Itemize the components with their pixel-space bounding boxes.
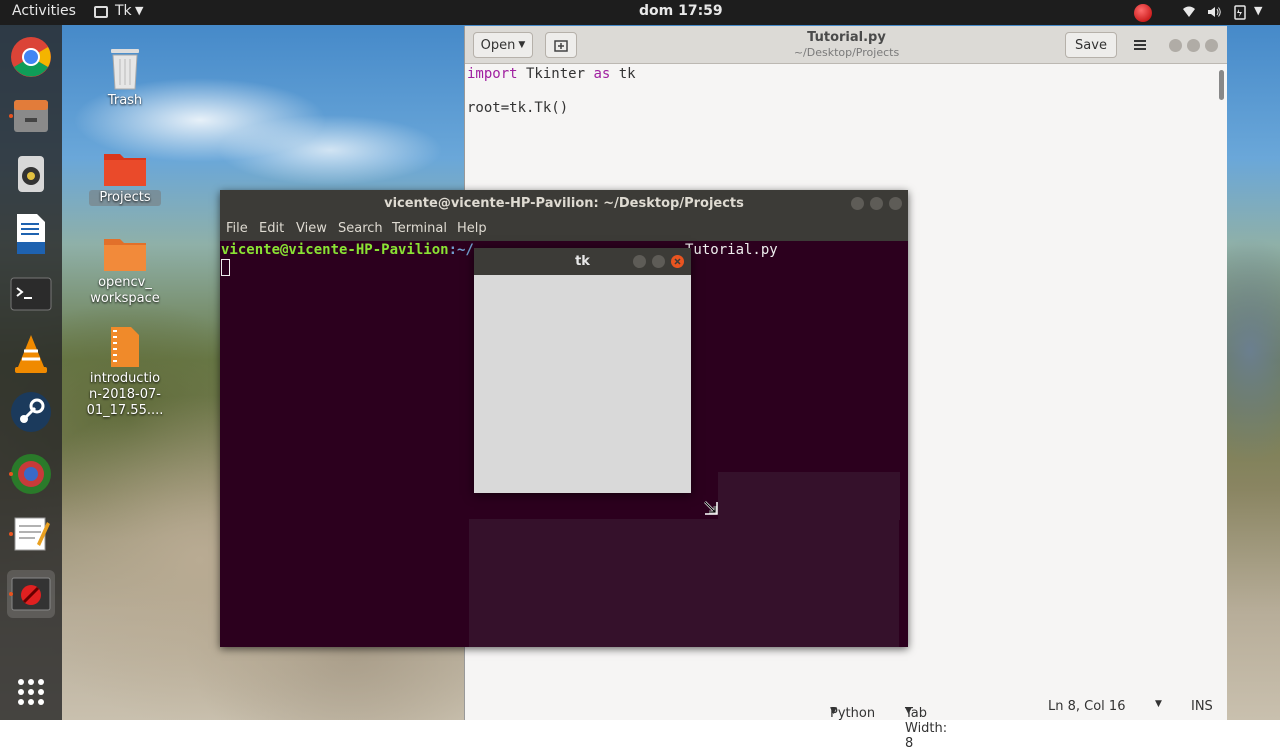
- vlc-launcher[interactable]: [7, 330, 55, 378]
- chrome-launcher[interactable]: [7, 33, 55, 81]
- app-window-icon: [94, 6, 108, 18]
- desktop-icon-projects[interactable]: Projects: [85, 148, 165, 206]
- minimize-button[interactable]: [1169, 39, 1182, 52]
- terminal-icon: [10, 277, 52, 311]
- position-dropdown-icon[interactable]: ▼: [1155, 699, 1162, 709]
- hamburger-menu-button[interactable]: [1125, 32, 1155, 58]
- maximize-button[interactable]: [1187, 39, 1200, 52]
- menu-search[interactable]: Search: [338, 221, 383, 236]
- dock: [0, 25, 62, 720]
- top-bar: Activities Tk ▼ dom 17:59 ▼: [0, 0, 1280, 25]
- files-icon: [14, 100, 48, 132]
- close-button[interactable]: [1205, 39, 1218, 52]
- wifi-icon[interactable]: [1181, 4, 1197, 20]
- menu-help[interactable]: Help: [457, 221, 487, 236]
- tk-window[interactable]: tk: [474, 248, 691, 493]
- menu-terminal[interactable]: Terminal: [392, 221, 447, 236]
- menu-edit[interactable]: Edit: [259, 221, 284, 236]
- cursor-position: Ln 8, Col 16: [1048, 699, 1126, 714]
- scrollbar[interactable]: [1213, 66, 1227, 692]
- writer-icon: [17, 214, 45, 254]
- status-bar: Python ▼ Tab Width: 8 ▼ Ln 8, Col 16 ▼ I…: [830, 699, 1213, 751]
- terminal-cursor: [221, 259, 230, 276]
- video-file-icon: [111, 327, 139, 367]
- gedit-header-bar: Open ▼ Tutorial.py ~/Desktop/Projects Sa…: [465, 26, 1227, 64]
- files-launcher[interactable]: [7, 92, 55, 140]
- show-applications-button[interactable]: [7, 668, 55, 716]
- resize-cursor-icon: [704, 501, 718, 515]
- chevron-down-icon: ▼: [135, 4, 144, 17]
- shadow-region: [469, 519, 899, 647]
- tk-app-icon: [11, 577, 51, 611]
- terminal-title: vicente@vicente-HP-Pavilion: ~/Desktop/P…: [220, 190, 908, 217]
- close-button[interactable]: [671, 255, 684, 268]
- desktop-icon-opencv-workspace[interactable]: opencv_ workspace: [85, 233, 165, 307]
- show-apps-icon: [18, 679, 44, 705]
- prompt-path: :~/: [448, 242, 474, 258]
- steam-launcher[interactable]: [7, 388, 55, 436]
- text-editor-icon: [14, 517, 50, 551]
- tk-app-launcher[interactable]: [7, 570, 55, 618]
- code-editor[interactable]: import Tkinter as tk root=tk.Tk(): [467, 66, 636, 117]
- minimize-button[interactable]: [633, 255, 646, 268]
- folder-icon: [104, 154, 146, 186]
- app-menu-button[interactable]: Tk: [115, 3, 132, 19]
- minimize-button[interactable]: [851, 197, 864, 210]
- volume-icon[interactable]: [1206, 4, 1222, 20]
- battery-icon[interactable]: [1232, 4, 1248, 20]
- steam-icon: [11, 392, 51, 432]
- maximize-button[interactable]: [870, 197, 883, 210]
- prompt-user: vicente@vicente-HP-Pavilion: [221, 242, 449, 258]
- code-line-1: import Tkinter as tk: [467, 66, 636, 82]
- rhythmbox-launcher[interactable]: [7, 150, 55, 198]
- desktop-icon-label: introductio n-2018-07- 01_17.55....: [86, 371, 164, 418]
- desktop-icon-label: Trash: [107, 93, 143, 108]
- rhythmbox-icon: [18, 156, 44, 192]
- trash-icon: [111, 49, 139, 90]
- prompt-line: vicente@vicente-HP-Pavilion:~/: [221, 242, 474, 258]
- menu-view[interactable]: View: [296, 221, 327, 236]
- chrome-icon: [11, 37, 51, 77]
- shadow-region: [718, 472, 900, 520]
- desktop-icon-trash[interactable]: Trash: [85, 43, 165, 109]
- command-text: Tutorial.py: [685, 242, 778, 258]
- terminal-launcher[interactable]: [7, 270, 55, 318]
- code-line-3: root=tk.Tk(): [467, 100, 569, 116]
- folder-icon: [104, 239, 146, 271]
- terminal-menubar: File Edit View Search Terminal Help: [220, 217, 908, 241]
- browser-launcher[interactable]: [7, 450, 55, 498]
- desktop-icon-label: Projects: [89, 190, 161, 206]
- record-indicator-icon[interactable]: [1134, 4, 1152, 22]
- desktop-icon-video-file[interactable]: introductio n-2018-07- 01_17.55....: [85, 325, 165, 419]
- vlc-icon: [15, 335, 47, 373]
- maximize-button[interactable]: [652, 255, 665, 268]
- browser-icon: [11, 454, 51, 494]
- close-button[interactable]: [889, 197, 902, 210]
- desktop-icon-label: opencv_ workspace: [90, 275, 160, 306]
- text-editor-launcher[interactable]: [7, 510, 55, 558]
- hamburger-icon: [1134, 40, 1146, 50]
- save-button[interactable]: Save: [1065, 32, 1117, 58]
- insert-mode: INS: [1191, 699, 1213, 714]
- writer-launcher[interactable]: [7, 210, 55, 258]
- clock[interactable]: dom 17:59: [639, 3, 723, 19]
- menu-file[interactable]: File: [226, 221, 248, 236]
- system-menu-chevron-icon[interactable]: ▼: [1254, 4, 1262, 17]
- activities-button[interactable]: Activities: [12, 3, 76, 19]
